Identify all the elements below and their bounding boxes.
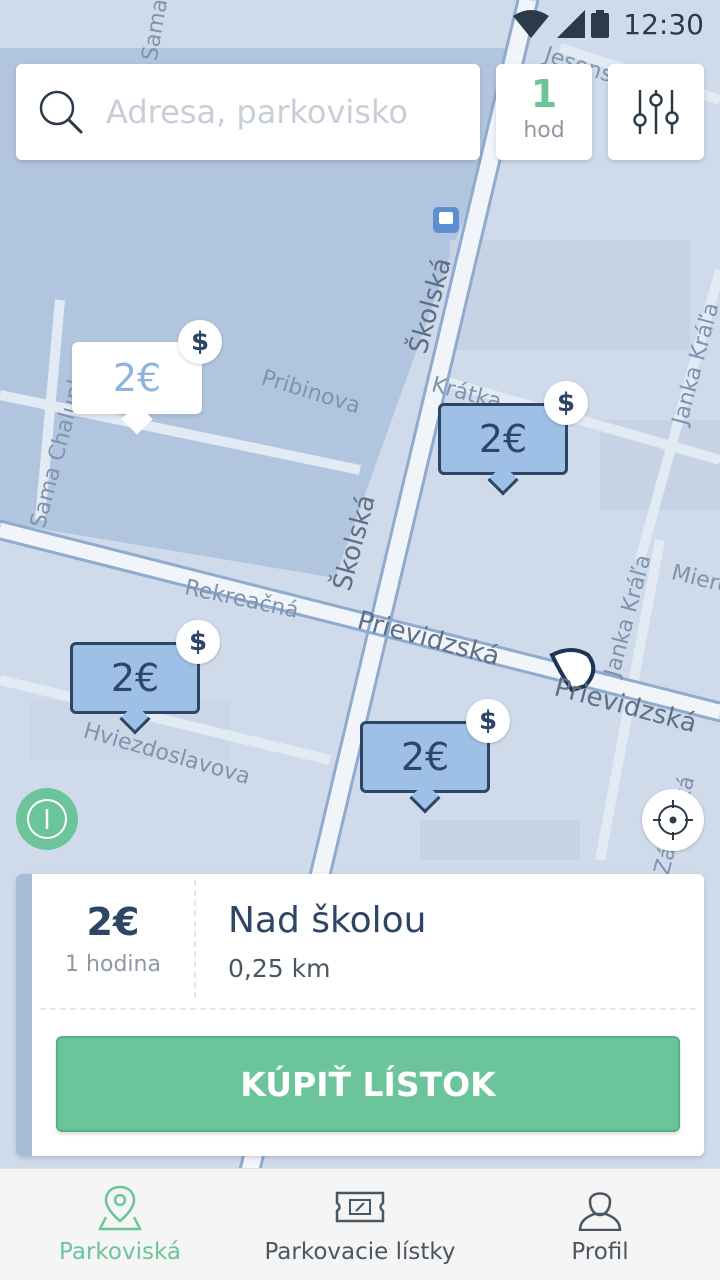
info-icon xyxy=(27,799,67,839)
divider xyxy=(40,1008,696,1010)
nav-label: Parkoviská xyxy=(59,1239,181,1265)
wifi-icon xyxy=(513,10,550,38)
bottom-nav: Parkoviská Parkovacie lístky Profil xyxy=(0,1168,720,1280)
crosshair-icon xyxy=(653,800,693,840)
sliders-icon xyxy=(633,90,679,134)
dollar-badge-icon: $ xyxy=(178,320,222,364)
dollar-badge-icon: $ xyxy=(176,620,220,664)
status-bar: 12:30 xyxy=(0,0,720,48)
nav-item-parking[interactable]: Parkoviská xyxy=(40,1169,200,1280)
nav-item-profile[interactable]: Profil xyxy=(540,1169,660,1280)
locate-button[interactable] xyxy=(642,789,704,851)
duration-button[interactable]: 1 hod xyxy=(496,64,592,160)
search-icon xyxy=(39,90,83,134)
card-accent-stripe xyxy=(16,874,32,1156)
duration-value: 1 xyxy=(530,72,558,116)
info-button[interactable] xyxy=(16,788,78,850)
map-pin-icon xyxy=(98,1185,142,1231)
parking-marker[interactable]: 2€ $ xyxy=(438,381,588,496)
search-input[interactable] xyxy=(106,93,466,131)
battery-icon xyxy=(591,10,610,38)
nav-label: Profil xyxy=(571,1239,629,1265)
ticket-icon xyxy=(335,1191,385,1223)
user-icon xyxy=(578,1192,622,1231)
duration-unit: hod xyxy=(523,118,565,143)
search-bar[interactable] xyxy=(16,64,480,160)
parking-marker[interactable]: 2€ $ xyxy=(360,699,510,814)
parking-duration: 1 hodina xyxy=(65,952,161,977)
parking-price: 2€ xyxy=(86,900,140,944)
dollar-badge-icon: $ xyxy=(544,381,588,425)
price-block: 2€ 1 hodina xyxy=(32,874,194,1004)
parking-detail-card[interactable]: 2€ 1 hodina Nad školou 0,25 km KÚPIŤ LÍS… xyxy=(16,874,704,1156)
divider xyxy=(194,880,196,998)
dollar-badge-icon: $ xyxy=(466,699,510,743)
filter-button[interactable] xyxy=(608,64,704,160)
nav-item-tickets[interactable]: Parkovacie lístky xyxy=(250,1169,470,1280)
nav-label: Parkovacie lístky xyxy=(264,1239,456,1265)
parking-name: Nad školou xyxy=(228,900,427,941)
status-time: 12:30 xyxy=(623,7,704,41)
buy-ticket-button[interactable]: KÚPIŤ LÍSTOK xyxy=(56,1036,680,1132)
cellular-signal-icon xyxy=(557,10,586,38)
parking-marker[interactable]: 2€ $ xyxy=(70,620,220,735)
parking-distance: 0,25 km xyxy=(228,954,331,983)
parking-marker[interactable]: 2€ $ xyxy=(72,320,222,435)
